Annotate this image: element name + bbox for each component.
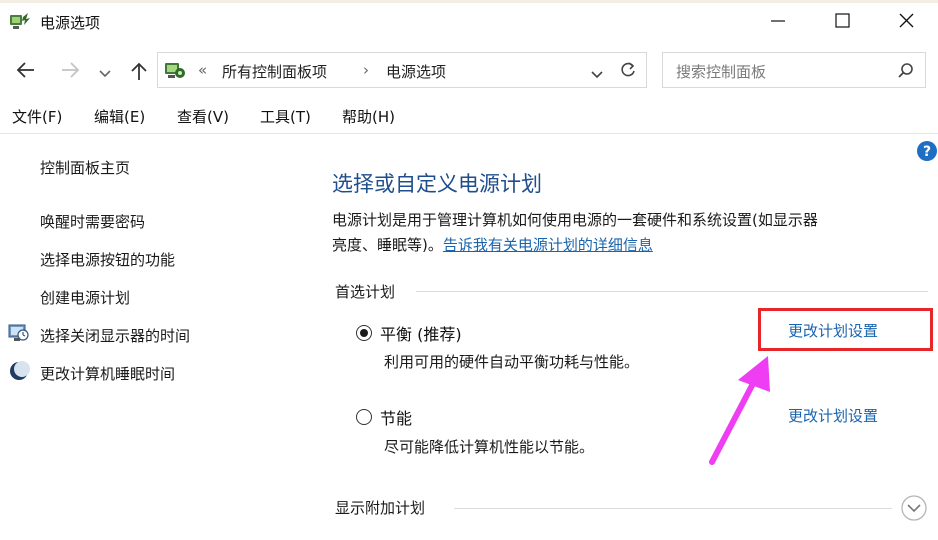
preferred-plans-divider [416,291,928,292]
address-row: « 所有控制面板项 › 电源选项 搜索控制面板 [0,52,938,90]
sidebar-home-link[interactable]: 控制面板主页 [40,157,130,178]
search-box[interactable]: 搜索控制面板 [662,52,926,88]
plan-balanced-radio[interactable] [356,325,372,341]
moon-icon [8,360,30,382]
help-icon[interactable]: ? [916,140,938,162]
menu-bar: 文件(F) 编辑(E) 查看(V) 工具(T) 帮助(H) [0,104,938,132]
description-text: 亮度、睡眠等)。 [332,236,443,254]
description-line-2: 亮度、睡眠等)。告诉我有关电源计划的详细信息 [332,234,653,255]
control-panel-icon [163,59,187,85]
power-options-icon [9,11,31,31]
sidebar-item-sleep-time[interactable]: 更改计算机睡眠时间 [40,363,175,384]
monitor-clock-icon [8,322,30,344]
learn-more-link[interactable]: 告诉我有关电源计划的详细信息 [443,236,653,254]
highlight-annotation-box [758,308,933,351]
preferred-plans-label: 首选计划 [335,283,396,301]
recent-locations-chevron-icon[interactable] [98,64,112,83]
address-bar[interactable]: « 所有控制面板项 › 电源选项 [157,52,647,88]
menu-edit[interactable]: 编辑(E) [94,106,145,127]
back-arrow-icon[interactable] [14,60,38,84]
up-arrow-icon[interactable] [128,60,150,86]
menu-view[interactable]: 查看(V) [177,106,229,127]
sidebar-item-create-plan[interactable]: 创建电源计划 [40,287,130,308]
search-placeholder: 搜索控制面板 [676,63,767,81]
close-button[interactable] [874,3,938,39]
chevron-down-icon[interactable] [900,494,928,522]
plan-power-saver-radio[interactable] [356,409,372,425]
description-line-1: 电源计划是用于管理计算机如何使用电源的一套硬件和系统设置(如显示器 [332,211,818,229]
plan-power-saver-change-settings-link[interactable]: 更改计划设置 [788,405,878,426]
search-icon[interactable] [897,62,915,84]
radio-selected-dot [360,329,368,337]
breadcrumb-separator: › [363,61,369,79]
sidebar-item-wake-password[interactable]: 唤醒时需要密码 [40,211,145,232]
sidebar-item-display-off[interactable]: 选择关闭显示器的时间 [40,325,190,346]
plan-balanced-description: 利用可用的硬件自动平衡功耗与性能。 [384,353,640,371]
menu-file[interactable]: 文件(F) [12,106,62,127]
plan-balanced-name[interactable]: 平衡 (推荐) [380,321,462,345]
address-dropdown-chevron-icon[interactable] [590,65,604,84]
maximize-button[interactable] [810,3,874,39]
minimize-button[interactable] [746,3,810,39]
forward-arrow-icon[interactable] [58,60,82,84]
svg-text:?: ? [923,144,931,160]
window-title: 电源选项 [40,14,101,32]
title-bar: 电源选项 [0,3,938,39]
address-overflow[interactable]: « [198,61,207,79]
breadcrumb-power-options[interactable]: 电源选项 [386,61,446,82]
menu-tools[interactable]: 工具(T) [260,106,311,127]
show-additional-plans-label[interactable]: 显示附加计划 [335,497,425,518]
page-title: 选择或自定义电源计划 [332,172,542,196]
annotation-arrow-icon [700,352,780,472]
plan-power-saver-name[interactable]: 节能 [380,405,412,429]
sidebar-item-power-buttons[interactable]: 选择电源按钮的功能 [40,249,175,270]
plan-power-saver-description: 尽可能降低计算机性能以节能。 [384,438,595,456]
breadcrumb-all-items[interactable]: 所有控制面板项 [222,61,327,82]
menu-divider [0,133,938,134]
menu-help[interactable]: 帮助(H) [342,106,395,127]
refresh-icon[interactable] [618,60,638,84]
additional-plans-divider [454,508,892,509]
